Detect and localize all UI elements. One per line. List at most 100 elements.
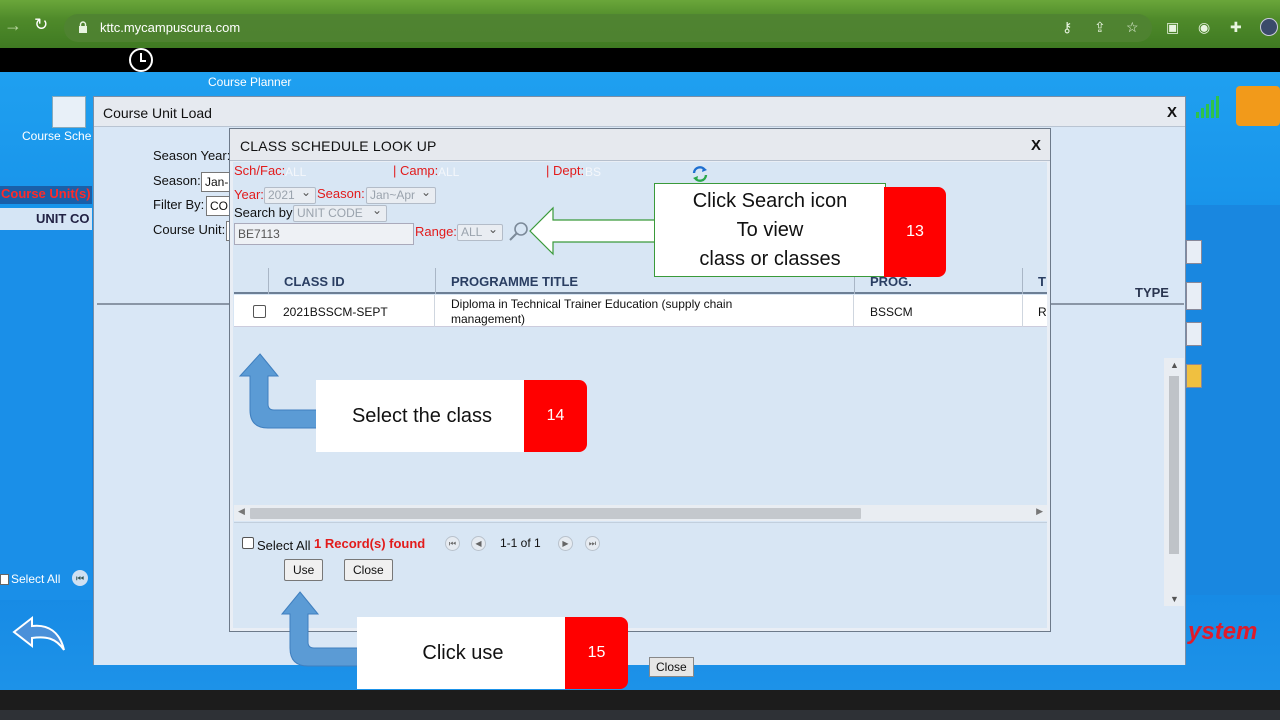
lookup-close-button[interactable]: Close xyxy=(344,559,393,581)
vertical-scroll-thumb[interactable] xyxy=(1169,376,1179,554)
lookup-titlebar: CLASS SCHEDULE LOOK UP X xyxy=(230,129,1050,161)
first-page-icon[interactable]: ⏮ xyxy=(72,570,88,586)
table-row[interactable]: 2021BSSCM-SEPT Diploma in Technical Trai… xyxy=(234,295,1047,327)
reload-icon[interactable]: ↻ xyxy=(34,16,48,34)
bottom-taskbar xyxy=(0,690,1280,720)
scroll-right-icon[interactable]: ▶ xyxy=(1036,506,1043,517)
printer-icon[interactable] xyxy=(1186,322,1202,346)
dept-label: | Dept: xyxy=(546,163,585,178)
course-unit-load-titlebar: Course Unit Load X xyxy=(94,97,1185,127)
camp-value: ALL xyxy=(438,165,460,179)
address-bar[interactable]: kttc.mycampuscura.com xyxy=(64,14,1152,42)
step-15-badge: 15 xyxy=(565,617,628,689)
lookup-close-x[interactable]: X xyxy=(1031,137,1041,154)
season-select[interactable]: Jan~Apr xyxy=(366,185,436,204)
search-by-label: Search by xyxy=(234,205,293,220)
forward-arrow-icon[interactable]: → xyxy=(4,16,22,34)
records-found-text: 1 Record(s) found xyxy=(314,536,426,551)
col-programme-title[interactable]: PROGRAMME TITLE xyxy=(451,274,578,289)
row-type: R xyxy=(1038,305,1047,319)
search-icon[interactable] xyxy=(508,220,530,242)
scroll-left-icon[interactable]: ◀ xyxy=(238,506,245,517)
filter-by-label: Filter By: xyxy=(153,197,205,212)
callout-13: Click Search icon To view class or class… xyxy=(654,183,886,277)
last-page-button[interactable]: ⏭ xyxy=(585,536,600,551)
year-select[interactable]: 2021 xyxy=(264,185,316,204)
key-icon[interactable]: ⚷ xyxy=(1062,19,1072,36)
export-icon[interactable] xyxy=(1186,364,1202,388)
disk-icon[interactable] xyxy=(1186,240,1202,264)
lookup-title: CLASS SCHEDULE LOOK UP xyxy=(240,138,437,154)
tab-search-icon[interactable]: ▣ xyxy=(1166,19,1179,36)
vertical-scrollbar[interactable]: ▲ ▼ xyxy=(1164,358,1184,606)
step-14-badge: 14 xyxy=(524,380,587,452)
unit-code-input[interactable]: BE7113 xyxy=(234,223,414,245)
col-type[interactable]: T xyxy=(1038,274,1046,289)
lock-icon xyxy=(79,21,87,33)
bg-select-all[interactable]: Select All xyxy=(0,572,60,586)
document-icon[interactable] xyxy=(1186,282,1202,310)
calendar-icon[interactable] xyxy=(52,96,86,128)
callout-14-arrow xyxy=(238,353,318,429)
course-unit-load-close-button[interactable]: Close xyxy=(649,657,694,677)
profile-avatar[interactable] xyxy=(1260,18,1278,36)
camera-icon[interactable]: ◉ xyxy=(1198,19,1210,36)
horizontal-scrollbar[interactable]: ◀ ▶ xyxy=(234,505,1047,521)
course-unit-load-title: Course Unit Load xyxy=(103,105,212,121)
callout-14: Select the class xyxy=(316,380,528,452)
season-select[interactable]: Jan- xyxy=(201,172,231,192)
bookmark-star-icon[interactable]: ☆ xyxy=(1126,19,1139,36)
clock-icon[interactable] xyxy=(129,48,153,72)
callout-15: Click use xyxy=(357,617,569,689)
next-page-button[interactable]: ▶ xyxy=(558,536,573,551)
column-header-type: TYPE xyxy=(1135,285,1169,300)
course-units-tab[interactable]: Course Unit(s) xyxy=(0,186,92,204)
col-class-id[interactable]: CLASS ID xyxy=(284,274,345,289)
share-icon[interactable]: ⇪ xyxy=(1094,19,1106,36)
row-checkbox[interactable] xyxy=(253,305,266,318)
year-label: Year: xyxy=(234,187,264,202)
search-by-select[interactable]: UNIT CODE xyxy=(293,203,387,222)
callout-13-line2: To view xyxy=(736,219,804,241)
first-page-button[interactable]: ⏮ xyxy=(445,536,460,551)
signal-bars-icon xyxy=(1196,96,1219,118)
scroll-up-icon[interactable]: ▲ xyxy=(1170,360,1179,370)
browser-toolbar: → ↻ kttc.mycampuscura.com ⚷ ⇪ ☆ ▣ ◉ ✚ xyxy=(0,0,1280,48)
system-logo: ystem xyxy=(1188,618,1258,645)
step-13-badge: 13 xyxy=(884,187,946,277)
page-range-text: 1-1 of 1 xyxy=(500,536,541,550)
row-programme-title-line2: management) xyxy=(451,312,526,326)
course-schedule-label[interactable]: Course Sche xyxy=(22,129,91,143)
callout-15-arrow xyxy=(280,591,360,667)
course-unit-load-close-x[interactable]: X xyxy=(1167,104,1177,121)
menu-course-planner[interactable]: Course Planner xyxy=(208,75,291,89)
select-all-checkbox[interactable] xyxy=(242,537,254,549)
url-text: kttc.mycampuscura.com xyxy=(100,20,241,35)
row-class-id: 2021BSSCM-SEPT xyxy=(283,305,388,319)
callout-13-line1: Click Search icon xyxy=(692,190,848,212)
refresh-icon[interactable] xyxy=(691,165,709,183)
callout-13-line3: class or classes xyxy=(699,248,841,270)
institution-logo xyxy=(1236,86,1280,126)
sch-fac-label: Sch/Fac: xyxy=(234,163,286,178)
prev-page-button[interactable]: ◀ xyxy=(471,536,486,551)
use-button[interactable]: Use xyxy=(284,559,324,581)
extensions-puzzle-icon[interactable]: ✚ xyxy=(1230,19,1242,36)
back-arrow-icon[interactable] xyxy=(12,614,66,654)
scroll-down-icon[interactable]: ▼ xyxy=(1170,594,1179,604)
range-select[interactable]: ALL xyxy=(457,222,503,241)
season-label: Season: xyxy=(317,186,365,201)
app-top-strip xyxy=(0,48,1280,72)
callout-13-arrow xyxy=(529,206,656,256)
unit-code-column-header: UNIT CO xyxy=(0,208,92,230)
select-all-label: Select All xyxy=(257,538,311,553)
season-label: Season: xyxy=(153,173,201,188)
bg-select-all-label: Select All xyxy=(11,572,61,586)
filter-by-select[interactable]: CO xyxy=(206,196,231,216)
dept-value: BS xyxy=(585,165,602,179)
left-panel xyxy=(0,230,92,600)
row-programme-title-line1: Diploma in Technical Trainer Education (… xyxy=(451,297,733,311)
horizontal-scroll-thumb[interactable] xyxy=(250,508,861,519)
season-year-label: Season Year: xyxy=(153,148,231,163)
row-prog: BSSCM xyxy=(870,305,913,319)
